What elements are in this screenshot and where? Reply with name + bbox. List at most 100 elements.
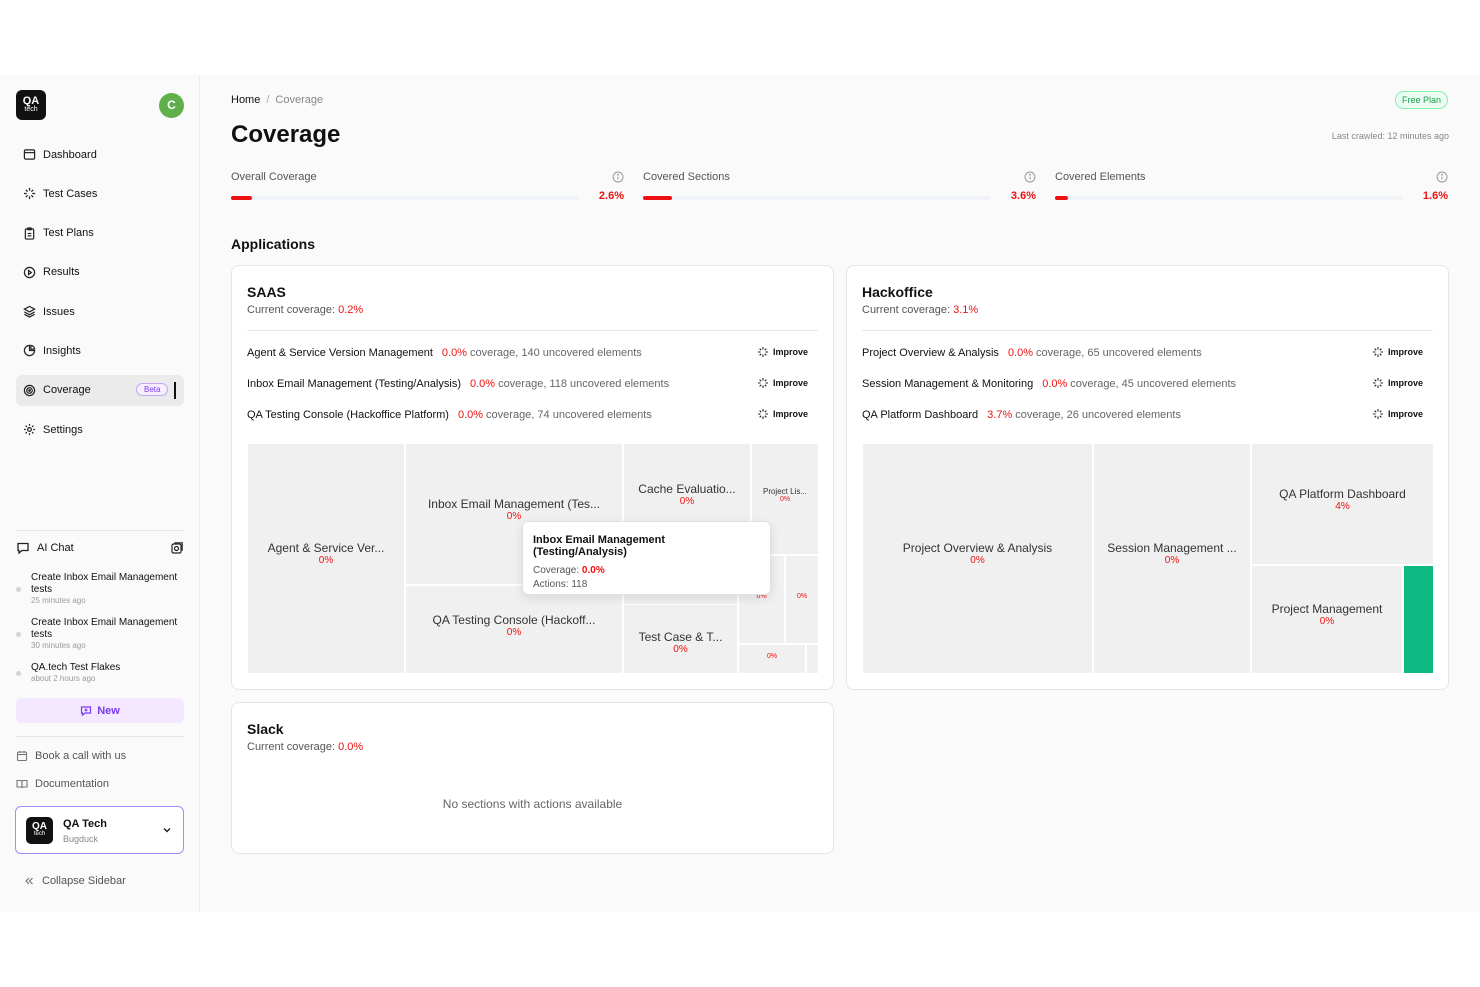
section-row: Project Overview & Analysis 0.0% coverage,…: [862, 345, 1433, 361]
collapse-sidebar-label: Collapse Sidebar: [42, 875, 126, 887]
sidebar-divider: [16, 530, 184, 531]
improve-label: Improve: [772, 409, 808, 419]
treemap-cell[interactable]: Project Overview & Analysis 0%: [862, 443, 1093, 674]
app-current-coverage: Current coverage: 0.0%: [247, 741, 363, 753]
treemap-cell[interactable]: 0%: [738, 644, 806, 674]
sidebar-item-label: Insights: [43, 344, 81, 357]
sidebar-item-dashboard[interactable]: Dashboard: [16, 139, 184, 170]
section-detail: coverage, 65 uncovered elements: [1036, 347, 1202, 359]
section-name: QA Platform Dashboard: [862, 409, 979, 421]
metric-progress-fill: [1055, 196, 1068, 200]
coverage-word: coverage,: [486, 409, 535, 421]
plan-badge[interactable]: Free Plan: [1395, 91, 1449, 109]
info-icon[interactable]: [1024, 171, 1036, 186]
sidebar-item-coverage[interactable]: Coverage Beta: [16, 374, 184, 406]
new-chat-label: New: [97, 704, 120, 717]
qa-tech-logo[interactable]: QA tech: [16, 90, 46, 120]
improve-button[interactable]: Improve: [757, 408, 808, 420]
book-call-link[interactable]: Book a call with us: [16, 750, 126, 762]
app-card-hackoffice: Hackoffice Current coverage: 3.1% Projec…: [846, 265, 1449, 690]
treemap-cell[interactable]: Agent & Service Ver... 0%: [247, 443, 405, 674]
sidebar-item-insights[interactable]: Insights: [16, 335, 184, 366]
treemap-cell[interactable]: QA Platform Dashboard 4%: [1251, 443, 1434, 565]
treemap-cell[interactable]: [806, 644, 819, 674]
metric-label: Covered Sections: [643, 171, 730, 183]
section-detail: coverage, 118 uncovered elements: [498, 378, 669, 390]
documentation-link[interactable]: Documentation: [16, 778, 109, 790]
chat-history-item[interactable]: QA.tech Test Flakes about 2 hours ago: [16, 662, 184, 683]
logo-subtext: tech: [24, 106, 38, 113]
info-icon[interactable]: [1436, 171, 1448, 186]
improve-button[interactable]: Improve: [757, 346, 808, 358]
section-name: QA Testing Console (Hackoffice Platform): [247, 409, 449, 421]
section-coverage: 0.0%: [441, 347, 467, 359]
chat-item-time: 25 minutes ago: [31, 596, 86, 605]
section-row: Session Management & Monitoring 0.0% cover…: [862, 376, 1433, 392]
ai-chat-header[interactable]: AI Chat: [16, 541, 184, 555]
card-divider: [862, 330, 1433, 331]
metric-covered-elements: Covered Elements 1.6%: [1055, 171, 1448, 211]
sidebar-item-test-cases[interactable]: Test Cases: [16, 178, 184, 209]
treemap-cell-name: Project Lis...: [762, 487, 807, 496]
treemap-cell[interactable]: Session Management ... 0%: [1093, 443, 1251, 674]
treemap-cell[interactable]: 0%: [785, 555, 819, 644]
coverage-label: Current coverage:: [247, 304, 336, 316]
improve-button[interactable]: Improve: [1372, 346, 1423, 358]
section-detail: coverage, 140 uncovered elements: [470, 347, 642, 359]
section-name: Inbox Email Management (Testing/Analysis…: [247, 378, 461, 390]
breadcrumb-separator: /: [266, 94, 270, 106]
coverage-word: coverage,: [469, 347, 519, 359]
metric-progress-track: [1055, 196, 1402, 200]
treemap-cell-pct: 0%: [970, 555, 985, 566]
treemap-cell-covered[interactable]: [1403, 565, 1434, 674]
info-icon[interactable]: [612, 171, 624, 186]
book-icon: [16, 779, 28, 789]
treemap-cell-name: Inbox Email Management (Tes...: [427, 497, 601, 511]
treemap-cell-pct: 0%: [673, 644, 688, 655]
section-name: Project Overview & Analysis: [862, 347, 999, 359]
organization-switcher[interactable]: QA tech QA Tech Bugduck: [15, 806, 184, 854]
sidebar-item-settings[interactable]: Settings: [16, 414, 184, 445]
hackoffice-treemap: Project Overview & Analysis 0% Session Ma…: [862, 443, 1434, 674]
breadcrumb-current: Coverage: [275, 94, 324, 106]
chat-history-item[interactable]: Create Inbox Email Management tests 30 m…: [16, 617, 184, 650]
app-name: SAAS: [247, 284, 286, 300]
chat-item-time: 30 minutes ago: [31, 641, 86, 650]
section-coverage: 0.0%: [1007, 347, 1034, 359]
treemap-cell[interactable]: QA Testing Console (Hackoff... 0%: [405, 585, 623, 674]
treemap-cell-pct: 4%: [1335, 501, 1350, 512]
treemap-cell[interactable]: Project Management 0%: [1251, 565, 1403, 674]
treemap-cell-name: Project Management: [1271, 602, 1383, 616]
chat-bubble-icon: [16, 541, 30, 555]
collapse-sidebar-button[interactable]: Collapse Sidebar: [24, 875, 126, 887]
section-row: Inbox Email Management (Testing/Analysis…: [247, 376, 818, 392]
section-coverage: 0.0%: [469, 378, 496, 390]
user-avatar[interactable]: C: [159, 93, 184, 118]
breadcrumb-home[interactable]: Home: [231, 94, 260, 106]
treemap-tooltip: Inbox Email Management (Testing/Analysis…: [522, 521, 771, 595]
metric-progress-track: [643, 196, 990, 200]
section-coverage: 0.0%: [457, 409, 484, 421]
improve-button[interactable]: Improve: [1372, 408, 1423, 420]
last-crawled: Last crawled: 12 minutes ago: [1331, 131, 1449, 141]
coverage-value: 0.0%: [338, 741, 364, 753]
new-chat-button[interactable]: New: [16, 698, 184, 723]
app-card-slack: Slack Current coverage: 0.0% No sections…: [231, 702, 834, 854]
improve-button[interactable]: Improve: [1372, 377, 1423, 389]
section-coverage: 0.0%: [1042, 378, 1068, 390]
sidebar-item-results[interactable]: Results: [16, 257, 184, 288]
improve-label: Improve: [1387, 409, 1423, 419]
coverage-label: Current coverage:: [247, 741, 336, 753]
treemap-cell-name: Project Overview & Analysis: [902, 541, 1053, 555]
sidebar-item-issues[interactable]: Issues: [16, 296, 184, 327]
tooltip-coverage-label: Coverage:: [533, 565, 580, 576]
history-icon[interactable]: [170, 541, 184, 555]
improve-label: Improve: [1387, 378, 1423, 388]
chat-history-item[interactable]: Create Inbox Email Management tests 25 m…: [16, 572, 184, 605]
org-logo-subtext: tech: [33, 831, 46, 837]
play-circle-icon: [22, 265, 36, 279]
empty-state-message: No sections with actions available: [442, 797, 623, 811]
improve-button[interactable]: Improve: [757, 377, 808, 389]
card-divider: [247, 330, 818, 331]
sidebar-item-test-plans[interactable]: Test Plans: [16, 218, 184, 249]
